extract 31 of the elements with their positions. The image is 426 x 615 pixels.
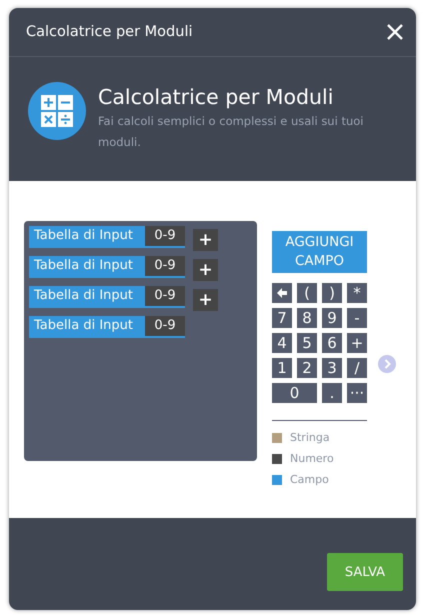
keypad-key[interactable]: 1 xyxy=(272,358,292,378)
add-button[interactable]: + xyxy=(193,289,218,311)
keypad-key[interactable]: + xyxy=(347,333,367,353)
legend-label: Numero xyxy=(290,451,334,466)
backspace-key[interactable] xyxy=(272,283,292,303)
window-title: Calcolatrice per Moduli xyxy=(26,24,193,40)
keypad-key[interactable]: 2 xyxy=(297,358,317,378)
legend-label: Stringa xyxy=(290,430,330,445)
keypad-key[interactable]: ) xyxy=(322,283,342,303)
keypad-key[interactable]: 0 xyxy=(272,383,317,403)
keypad-key[interactable]: 4 xyxy=(272,333,292,353)
keypad-key[interactable]: 7 xyxy=(272,308,292,328)
keypad-key[interactable]: ( xyxy=(297,283,317,303)
legend-label: Campo xyxy=(290,472,329,487)
keypad-key[interactable]: 8 xyxy=(297,308,317,328)
keypad-key[interactable]: 6 xyxy=(322,333,342,353)
hero-title: Calcolatrice per Moduli xyxy=(98,85,334,109)
keypad-key[interactable]: 5 xyxy=(297,333,317,353)
keypad-key[interactable]: 3 xyxy=(322,358,342,378)
keypad-key[interactable]: - xyxy=(347,308,367,328)
keypad-key[interactable]: / xyxy=(347,358,367,378)
close-icon[interactable] xyxy=(386,23,404,41)
hero-subtitle: Fai calcoli semplici o complessi e usali sui tuoi moduli. xyxy=(98,113,364,151)
keypad-key[interactable]: * xyxy=(347,283,367,303)
keypad-key[interactable]: 9 xyxy=(322,308,342,328)
back-arrow-icon xyxy=(276,287,288,299)
keypad-key[interactable]: ··· xyxy=(347,383,367,403)
calculator-icon xyxy=(28,82,86,140)
add-button[interactable]: + xyxy=(193,259,218,281)
add-button[interactable]: + xyxy=(193,229,218,251)
keypad-key[interactable]: . xyxy=(322,383,342,403)
